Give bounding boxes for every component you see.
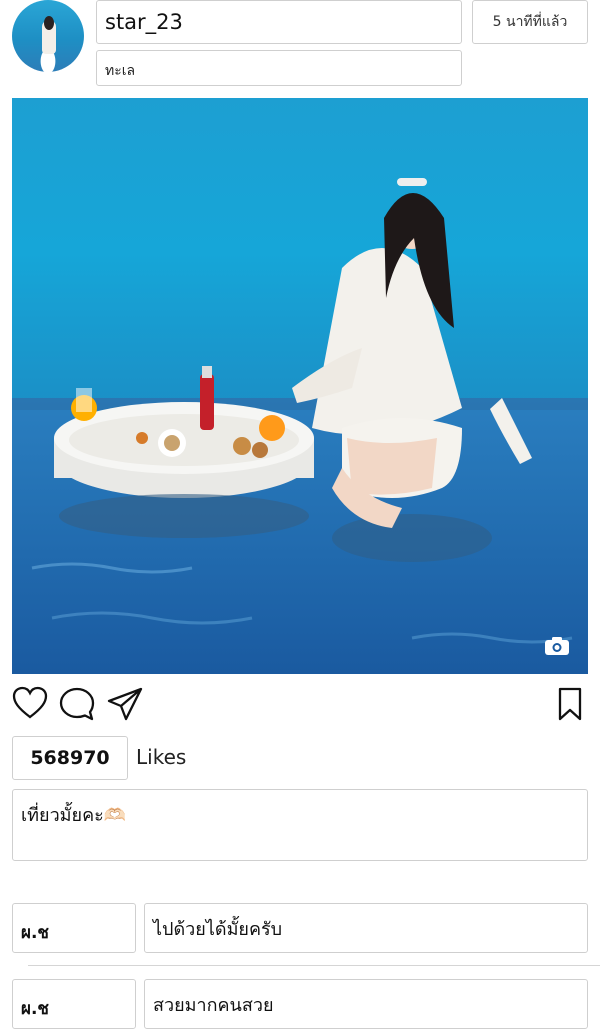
caption-field[interactable]: เที่ยวมั้ยคะ🫶🏻 <box>12 789 588 861</box>
divider <box>28 965 600 966</box>
send-icon[interactable] <box>106 686 144 722</box>
camera-icon <box>545 637 569 655</box>
post-time-field: 5 นาทีที่แล้ว <box>472 0 588 44</box>
likes-count-field: 568970 <box>12 736 128 780</box>
post-photo[interactable] <box>12 98 588 674</box>
comment-username[interactable]: ผ.ช <box>12 903 136 953</box>
likes-label: Likes <box>136 745 187 769</box>
bookmark-icon[interactable] <box>556 686 584 722</box>
comment-text[interactable]: ไปด้วยได้มั้ยครับ <box>144 903 588 953</box>
post-photo-illustration <box>12 98 588 674</box>
comment-username[interactable]: ผ.ช <box>12 979 136 1029</box>
comment-bubble-icon[interactable] <box>58 686 96 722</box>
comment-text[interactable]: สวยมากคนสวย <box>144 979 588 1029</box>
heart-icon[interactable] <box>12 686 48 720</box>
username-field[interactable]: star_23 <box>96 0 462 44</box>
profile-avatar[interactable] <box>12 0 84 72</box>
location-field[interactable]: ทะเล <box>96 50 462 86</box>
avatar-hair <box>44 16 54 30</box>
